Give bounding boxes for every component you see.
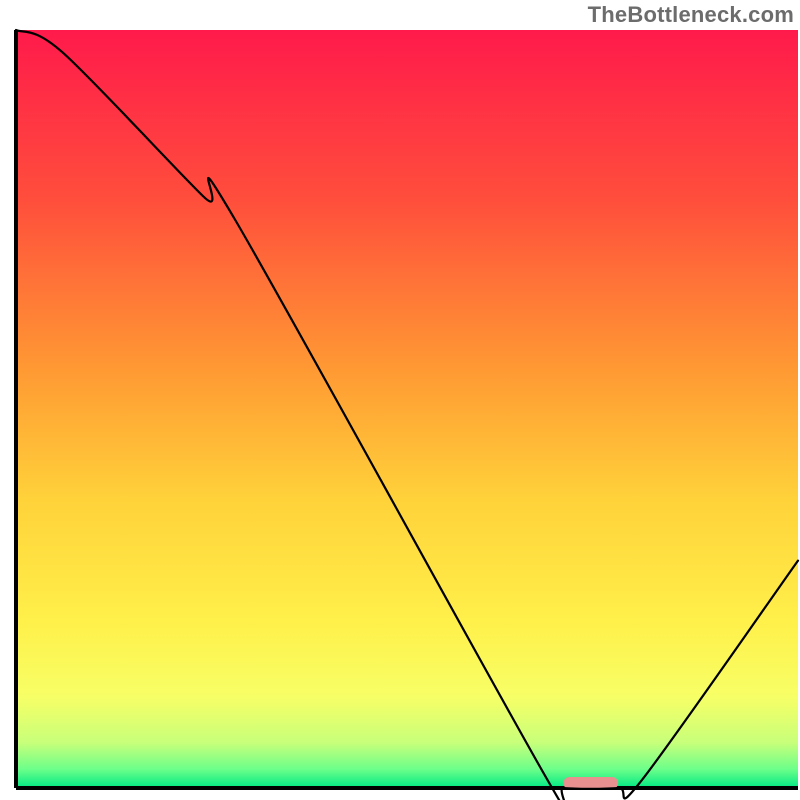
plot-background bbox=[16, 30, 798, 788]
watermark-label: TheBottleneck.com bbox=[588, 2, 794, 28]
bottleneck-chart: TheBottleneck.com bbox=[0, 0, 800, 800]
optimal-marker bbox=[563, 777, 618, 789]
chart-svg bbox=[0, 0, 800, 800]
